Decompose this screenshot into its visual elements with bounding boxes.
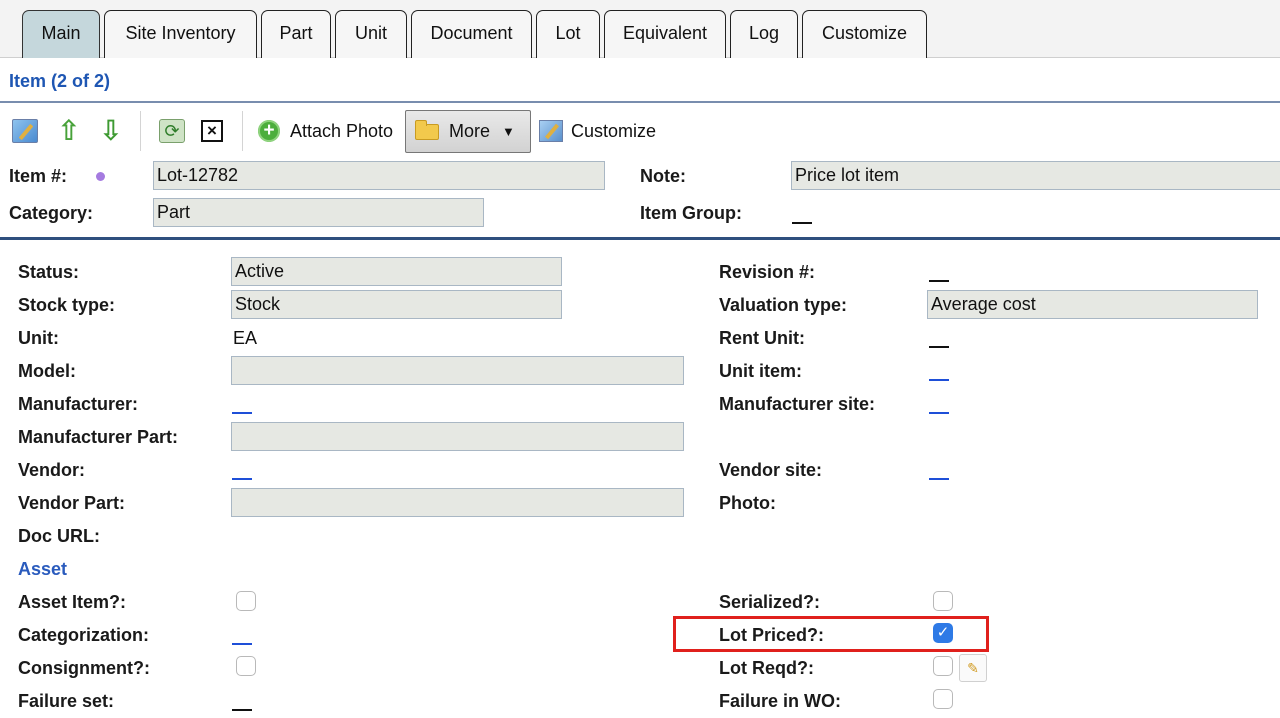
close-box-icon: × [201, 120, 223, 142]
rent-unit-empty [929, 346, 949, 348]
tab-main[interactable]: Main [22, 10, 100, 58]
manufacturer-label: Manufacturer: [18, 394, 139, 414]
tab-unit[interactable]: Unit [335, 10, 407, 58]
customize-button[interactable]: Customize [539, 111, 663, 151]
lot-reqd-label: Lot Reqd?: [719, 658, 814, 678]
tab-part[interactable]: Part [261, 10, 331, 58]
unit-item-link[interactable] [929, 379, 949, 381]
toolbar-divider [242, 111, 243, 151]
category-field[interactable]: Part [153, 198, 484, 227]
vendor-link[interactable] [232, 478, 252, 480]
edit-document-icon [12, 119, 38, 143]
asset-item-label: Asset Item?: [18, 592, 127, 612]
asset-section-heading: Asset [18, 559, 68, 579]
more-label: More [449, 121, 491, 141]
lot-reqd-checkbox[interactable] [933, 656, 953, 676]
revision-label: Revision #: [719, 262, 816, 282]
move-down-button[interactable]: ⇩ [98, 111, 124, 151]
manufacturer-part-label: Manufacturer Part: [18, 427, 179, 447]
manufacturer-link[interactable] [232, 412, 252, 414]
manufacturer-site-label: Manufacturer site: [719, 394, 876, 414]
status-label: Status: [18, 262, 80, 282]
categorization-link[interactable] [232, 643, 252, 645]
manufacturer-part-field[interactable] [231, 422, 684, 451]
serialized-label: Serialized?: [719, 592, 821, 612]
lot-priced-highlight-box [673, 616, 989, 652]
refresh-button[interactable]: ⟳ [157, 111, 187, 151]
unit-item-label: Unit item: [719, 361, 802, 381]
vendor-part-label: Vendor Part: [18, 493, 126, 513]
item-number-label: Item #: [9, 166, 68, 186]
item-group-label: Item Group: [640, 203, 742, 223]
model-label: Model: [18, 361, 76, 381]
refresh-icon: ⟳ [159, 119, 185, 143]
vendor-site-label: Vendor site: [719, 460, 823, 480]
note-label: Note: [640, 166, 686, 186]
category-label: Category: [9, 203, 94, 223]
valuation-type-field[interactable]: Average cost [927, 290, 1258, 319]
tab-lot[interactable]: Lot [536, 10, 600, 58]
stock-type-field[interactable]: Stock [231, 290, 562, 319]
doc-url-label: Doc URL: [18, 526, 100, 546]
add-circle-icon: + [258, 120, 280, 142]
tab-site-inventory[interactable]: Site Inventory [104, 10, 257, 58]
photo-label: Photo: [719, 493, 776, 513]
failure-set-empty [232, 709, 252, 711]
consignment-checkbox[interactable] [236, 656, 256, 676]
edit-button[interactable] [10, 111, 40, 151]
model-field[interactable] [231, 356, 684, 385]
stock-type-label: Stock type: [18, 295, 116, 315]
vendor-part-field[interactable] [231, 488, 684, 517]
toolbar-divider [140, 111, 141, 151]
more-dropdown-button[interactable]: More ▼ [405, 110, 531, 153]
down-arrow-icon: ⇩ [99, 115, 123, 146]
revision-empty [929, 280, 949, 282]
tab-strip: Main Site Inventory Part Unit Document L… [0, 0, 1280, 58]
vendor-label: Vendor: [18, 460, 86, 480]
item-number-field[interactable]: Lot-12782 [153, 161, 605, 190]
failure-in-wo-label: Failure in WO: [719, 691, 842, 711]
attach-photo-button[interactable]: + Attach Photo [258, 111, 402, 151]
tab-equivalent[interactable]: Equivalent [604, 10, 726, 58]
note-field[interactable]: Price lot item [791, 161, 1280, 190]
attach-photo-label: Attach Photo [290, 120, 394, 141]
unit-value: EA [233, 328, 258, 348]
up-arrow-icon: ⇧ [57, 115, 81, 146]
delete-button[interactable]: × [198, 111, 226, 151]
failure-in-wo-checkbox[interactable] [933, 689, 953, 709]
item-group-empty [792, 222, 812, 224]
required-dot-icon [96, 172, 105, 181]
consignment-label: Consignment?: [18, 658, 150, 678]
tab-customize[interactable]: Customize [802, 10, 927, 58]
section-divider [0, 237, 1280, 240]
pencil-icon[interactable]: ✎ [959, 654, 987, 682]
asset-item-checkbox[interactable] [236, 591, 256, 611]
customize-icon [539, 120, 563, 142]
folder-icon [415, 119, 439, 140]
serialized-checkbox[interactable] [933, 591, 953, 611]
rent-unit-label: Rent Unit: [719, 328, 805, 348]
move-up-button[interactable]: ⇧ [56, 111, 82, 151]
tab-document[interactable]: Document [411, 10, 532, 58]
vendor-site-link[interactable] [929, 478, 949, 480]
header-divider [0, 101, 1280, 103]
unit-label: Unit: [18, 328, 59, 348]
valuation-type-label: Valuation type: [719, 295, 848, 315]
failure-set-label: Failure set: [18, 691, 115, 711]
page-title: Item (2 of 2) [9, 71, 111, 91]
customize-label: Customize [571, 120, 657, 141]
categorization-label: Categorization: [18, 625, 150, 645]
manufacturer-site-link[interactable] [929, 412, 949, 414]
caret-down-icon: ▼ [502, 124, 515, 139]
status-field[interactable]: Active [231, 257, 562, 286]
tab-log[interactable]: Log [730, 10, 798, 58]
